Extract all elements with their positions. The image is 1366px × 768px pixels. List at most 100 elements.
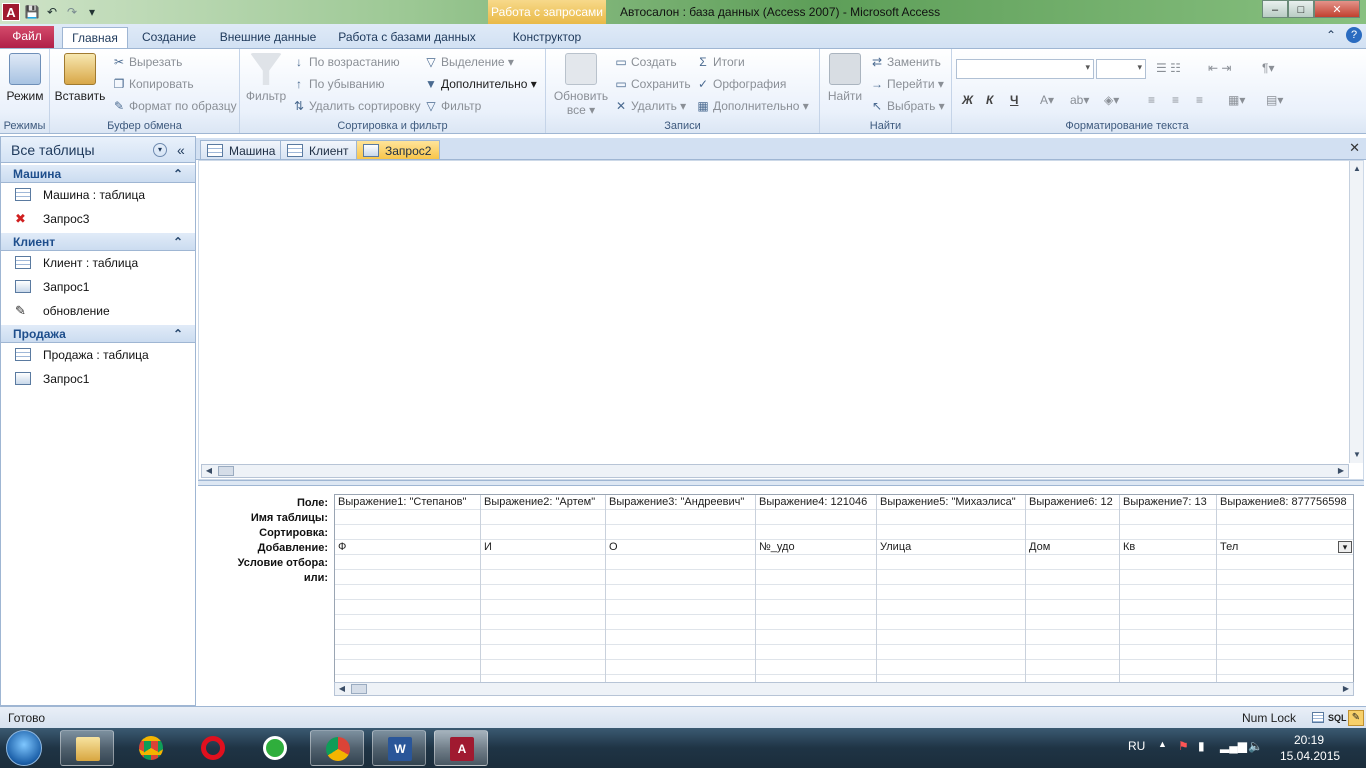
field-cell[interactable]: Выражение7: 13 [1120,495,1216,510]
taskbar-explorer[interactable] [60,730,114,766]
font-color-icon[interactable]: A▾ [1040,91,1054,109]
font-size-dropdown[interactable]: ▾ [1096,59,1146,79]
grid-cell[interactable] [481,570,605,585]
nav-group-header[interactable]: Продажа ⌃ [1,325,195,343]
grid-cell[interactable] [1217,615,1353,630]
grid-cell[interactable] [1120,525,1216,540]
underline-button[interactable]: Ч [1010,91,1018,109]
nav-pane-header[interactable]: Все таблицы ▾ « [1,137,195,163]
field-cell[interactable]: Выражение1: "Степанов" [335,495,480,510]
gridlines-icon[interactable]: ▦▾ [1228,91,1245,109]
grid-cell[interactable] [481,660,605,675]
grid-cell[interactable] [877,630,1025,645]
grid-cell[interactable] [1120,630,1216,645]
find-button[interactable]: Найти [824,53,866,103]
grid-cell[interactable] [877,660,1025,675]
grid-cell[interactable] [481,525,605,540]
append-to-cell[interactable]: Дом [1026,540,1119,555]
close-button[interactable]: ✕ [1314,0,1360,18]
grid-cell[interactable] [1120,570,1216,585]
paragraph-direction-icon[interactable]: ¶▾ [1262,59,1274,77]
nav-item[interactable]: ✖ Запрос3 [1,207,195,231]
signal-icon[interactable]: ▂▄▆ [1220,739,1247,753]
network-flag-icon[interactable]: ⚑ [1178,739,1189,753]
grid-cell[interactable] [1026,585,1119,600]
shutter-bar-close-icon[interactable]: « [177,137,185,163]
minimize-button[interactable]: – [1262,0,1288,18]
field-cell[interactable]: Выражение6: 12 [1026,495,1119,510]
grid-cell[interactable] [756,510,876,525]
append-to-cell[interactable]: Ф [335,540,480,555]
grid-cell[interactable] [756,615,876,630]
grid-cell[interactable] [606,615,755,630]
taskbar-chrome[interactable] [124,730,178,766]
sort-ascending-button[interactable]: ↓ По возрастанию [292,53,400,71]
grid-cell[interactable] [606,555,755,570]
grid-cell[interactable] [756,630,876,645]
alternate-row-color-icon[interactable]: ▤▾ [1266,91,1283,109]
datasheet-view-icon[interactable] [1312,712,1324,723]
grid-cell[interactable] [1120,555,1216,570]
align-left-icon[interactable]: ≡ [1148,91,1155,109]
append-to-cell[interactable]: Тел ▾ [1217,540,1353,555]
scroll-up-icon[interactable]: ▲ [1350,163,1364,175]
minimize-ribbon-icon[interactable]: ⌃ [1326,28,1336,42]
grid-cell[interactable] [877,615,1025,630]
grid-cell[interactable] [606,630,755,645]
grid-cell[interactable] [481,600,605,615]
grid-cell[interactable] [1026,510,1119,525]
new-record-button[interactable]: ▭ Создать [614,53,676,71]
grid-cell[interactable] [606,600,755,615]
grid-cell[interactable] [335,615,480,630]
nav-item[interactable]: Запрос1 [1,275,195,299]
scroll-left-icon[interactable]: ◀ [335,683,349,695]
refresh-all-button[interactable]: Обновить все ▾ [552,53,610,117]
grid-cell[interactable] [606,660,755,675]
grid-cell[interactable] [335,555,480,570]
toggle-filter-button[interactable]: ▽ Фильтр [424,97,481,115]
indent-icon[interactable]: ⇤ ⇥ [1208,59,1231,77]
grid-cell[interactable] [1120,615,1216,630]
selection-button[interactable]: ▽ Выделение ▾ [424,53,514,71]
collapse-group-icon[interactable]: ⌃ [173,325,183,343]
grid-cell[interactable] [606,525,755,540]
grid-cell[interactable] [1026,615,1119,630]
sql-view-button[interactable]: SQL [1328,707,1347,729]
grid-cell[interactable] [1026,555,1119,570]
grid-cell[interactable] [1217,660,1353,675]
scroll-right-icon[interactable]: ▶ [1339,683,1353,695]
taskbar-qip[interactable] [248,730,302,766]
nav-group-header[interactable]: Клиент ⌃ [1,233,195,251]
taskbar-word[interactable]: W [372,730,426,766]
save-icon[interactable]: 💾 [24,4,40,20]
grid-cell[interactable] [877,525,1025,540]
grid-cell[interactable] [606,645,755,660]
copy-button[interactable]: ❐ Копировать [112,75,194,93]
taskbar-chrome-2[interactable] [310,730,364,766]
tab-file[interactable]: Файл [0,26,54,48]
goto-button[interactable]: → Перейти ▾ [870,75,944,93]
append-to-cell[interactable]: Улица [877,540,1025,555]
totals-button[interactable]: Σ Итоги [696,53,744,71]
grid-cell[interactable] [877,570,1025,585]
grid-cell[interactable] [606,510,755,525]
italic-button[interactable]: К [986,91,993,109]
clock-date[interactable]: 15.04.2015 [1280,749,1340,763]
field-cell[interactable]: Выражение2: "Артем" [481,495,605,510]
more-records-button[interactable]: ▦ Дополнительно ▾ [696,97,808,115]
collapse-group-icon[interactable]: ⌃ [173,233,183,251]
select-button[interactable]: ↖ Выбрать ▾ [870,97,945,115]
volume-icon[interactable]: 🔈 [1248,739,1263,753]
grid-cell[interactable] [877,510,1025,525]
upper-horizontal-scrollbar[interactable]: ◀ ▶ [201,464,1349,478]
tab-design[interactable]: Конструктор [494,27,600,48]
format-painter-button[interactable]: ✎ Формат по образцу [112,97,237,115]
grid-cell[interactable] [1217,570,1353,585]
grid-cell[interactable] [335,660,480,675]
grid-cell[interactable] [756,660,876,675]
nav-group-header[interactable]: Машина ⌃ [1,165,195,183]
save-record-button[interactable]: ▭ Сохранить [614,75,690,93]
design-view-icon[interactable]: ✎ [1348,710,1364,726]
grid-cell[interactable] [756,525,876,540]
doc-tab-mashina[interactable]: Машина [200,140,285,160]
